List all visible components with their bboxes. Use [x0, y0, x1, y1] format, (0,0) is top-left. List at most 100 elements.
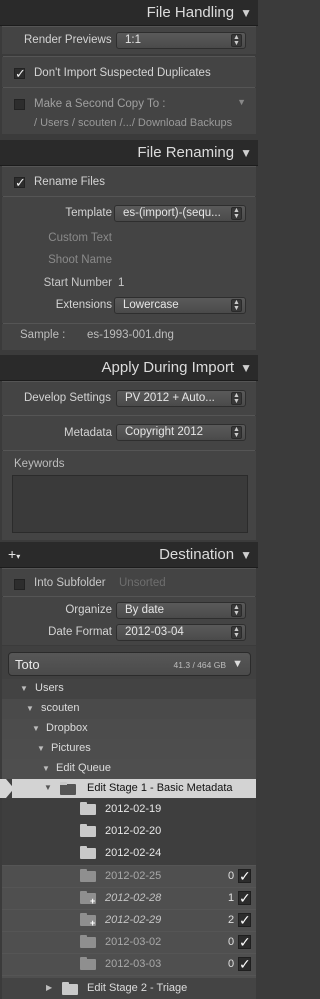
plus-icon[interactable]: +▾	[8, 546, 20, 562]
date-format-label: Date Format	[48, 626, 112, 638]
date-folder-row[interactable]: 2012-03-02 0 ✓	[2, 931, 256, 953]
keywords-label: Keywords	[14, 458, 65, 470]
date-folder-row[interactable]: +2012-02-28 1 ✓	[2, 887, 256, 909]
folder-icon	[80, 869, 96, 882]
folder-icon	[60, 782, 76, 795]
rename-files-checkbox[interactable]: ✓	[14, 176, 26, 189]
tree-row-edit-stage-2[interactable]: ▶ Edit Stage 2 - Triage	[2, 978, 256, 999]
dont-import-duplicates-checkbox[interactable]: ✓	[14, 67, 26, 80]
file-handling-title: File Handling	[146, 4, 235, 21]
shoot-name-label: Shoot Name	[48, 254, 112, 266]
rename-files-row: ✓ Rename Files	[2, 166, 256, 196]
organize-options: Organize By date ▲ ▼ Date Format 2012-03-…	[2, 597, 256, 645]
develop-settings-row: Develop Settings PV 2012 + Auto... ▲ ▼	[2, 381, 256, 415]
select-arrows-icon: ▲ ▼	[231, 207, 242, 220]
date-folder-row[interactable]: +2012-02-29 2 ✓	[2, 909, 256, 931]
tree-row-users[interactable]: ▼ Users	[2, 679, 256, 699]
disclosure-triangle-right-icon[interactable]: ▶	[46, 983, 52, 992]
date-folder-row[interactable]: 2012-02-20	[2, 821, 256, 843]
disclosure-triangle-icon[interactable]: ▼	[42, 764, 50, 773]
disclosure-triangle-icon[interactable]: ▼	[37, 744, 45, 753]
folder-name: 2012-02-20	[105, 825, 162, 837]
import-checkbox[interactable]: ✓	[238, 913, 251, 927]
template-select[interactable]: es-(import)-(sequ... ▲ ▼	[114, 205, 246, 222]
start-number-value[interactable]: 1	[118, 277, 124, 289]
tree-row-scouten[interactable]: ▼ scouten	[2, 699, 256, 719]
rename-files-label: Rename Files	[34, 176, 105, 188]
tree-row-dropbox[interactable]: ▼ Dropbox	[2, 719, 256, 739]
disclosure-triangle-icon[interactable]: ▼	[20, 684, 28, 693]
render-previews-row: Render Previews 1:1 ▲ ▼	[2, 26, 256, 54]
extensions-label: Extensions	[55, 299, 112, 311]
collapse-triangle-icon[interactable]: ▼	[240, 146, 252, 160]
folder-name: Users	[35, 682, 64, 694]
folder-icon	[80, 846, 96, 859]
tree-row-pictures[interactable]: ▼ Pictures	[2, 739, 256, 759]
folder-name: Pictures	[51, 742, 91, 754]
date-format-select[interactable]: 2012-03-04 ▲ ▼	[116, 624, 246, 641]
render-previews-select[interactable]: 1:1 ▲ ▼	[116, 32, 246, 49]
folder-name: Dropbox	[46, 722, 88, 734]
collapse-triangle-icon[interactable]: ▼	[240, 361, 252, 375]
render-previews-label: Render Previews	[24, 34, 112, 46]
new-folder-badge-icon: +	[90, 896, 96, 906]
select-arrows-icon: ▲ ▼	[231, 299, 242, 312]
metadata-select[interactable]: Copyright 2012 ▲ ▼	[116, 424, 246, 441]
file-handling-header[interactable]: File Handling ▼	[0, 0, 258, 26]
destination-title: Destination	[159, 546, 235, 563]
folder-count: 0	[228, 958, 235, 970]
date-folder-row[interactable]: 2012-02-25 0 ✓	[2, 865, 256, 887]
collapse-triangle-icon[interactable]: ▼	[240, 6, 252, 20]
second-copy-dropdown-icon[interactable]: ▼	[237, 97, 246, 107]
folder-name: 2012-02-24	[105, 847, 162, 859]
metadata-value: Copyright 2012	[125, 426, 203, 438]
select-arrows-icon: ▲ ▼	[231, 426, 242, 439]
folder-icon	[80, 935, 96, 948]
keywords-input[interactable]	[12, 475, 248, 533]
dont-import-duplicates-label: Don't Import Suspected Duplicates	[34, 67, 211, 79]
second-copy-row: Make a Second Copy To : ▼ / Users / scou…	[2, 88, 256, 134]
file-renaming-header[interactable]: File Renaming ▼	[0, 140, 258, 166]
into-subfolder-row: Into Subfolder Unsorted	[2, 568, 256, 596]
develop-settings-value: PV 2012 + Auto...	[125, 392, 215, 404]
tree-row-edit-stage-1[interactable]: ▼ Edit Stage 1 - Basic Metadata	[0, 779, 258, 798]
disclosure-triangle-icon[interactable]: ▼	[26, 704, 34, 713]
organize-select[interactable]: By date ▲ ▼	[116, 602, 246, 619]
collapse-triangle-icon[interactable]: ▼	[240, 548, 252, 562]
develop-settings-select[interactable]: PV 2012 + Auto... ▲ ▼	[116, 390, 246, 407]
date-folder-row[interactable]: 2012-02-19	[2, 799, 256, 821]
into-subfolder-label: Into Subfolder	[34, 577, 106, 589]
folder-name: Edit Queue	[56, 762, 112, 774]
apply-during-import-header[interactable]: Apply During Import ▼	[0, 355, 258, 381]
import-checkbox[interactable]: ✓	[238, 891, 251, 905]
import-checkbox[interactable]: ✓	[238, 935, 251, 949]
apply-during-import-title: Apply During Import	[101, 359, 235, 376]
develop-settings-label: Develop Settings	[24, 392, 111, 404]
folder-count: 0	[228, 936, 235, 948]
folder-name: 2012-03-02	[105, 936, 162, 948]
metadata-label: Metadata	[64, 427, 112, 439]
folder-icon	[80, 957, 96, 970]
into-subfolder-value[interactable]: Unsorted	[119, 577, 166, 589]
into-subfolder-checkbox[interactable]	[14, 579, 25, 590]
folder-icon	[80, 824, 96, 837]
rename-options: Template es-(import)-(sequ... ▲ ▼ Custom …	[2, 197, 256, 323]
folder-name: 2012-02-29	[105, 914, 162, 926]
template-value: es-(import)-(sequ...	[123, 207, 221, 219]
import-checkbox[interactable]: ✓	[238, 869, 251, 883]
import-checkbox[interactable]: ✓	[238, 957, 251, 971]
keywords-row: Keywords	[2, 451, 256, 540]
organize-label: Organize	[65, 604, 112, 616]
date-folder-row[interactable]: 2012-03-03 0 ✓	[2, 953, 256, 975]
folder-icon	[62, 982, 78, 995]
disclosure-triangle-icon[interactable]: ▼	[32, 724, 40, 733]
disclosure-triangle-icon[interactable]: ▼	[44, 783, 52, 792]
tree-row-edit-queue[interactable]: ▼ Edit Queue	[2, 759, 256, 779]
second-copy-checkbox[interactable]	[14, 99, 25, 110]
custom-text-label: Custom Text	[48, 232, 112, 244]
folder-name: 2012-02-25	[105, 870, 162, 882]
sample-label: Sample :	[20, 329, 66, 341]
extensions-select[interactable]: Lowercase ▲ ▼	[114, 297, 246, 314]
date-folder-row[interactable]: 2012-02-24	[2, 843, 256, 865]
destination-header[interactable]: +▾ Destination ▼	[0, 542, 258, 568]
